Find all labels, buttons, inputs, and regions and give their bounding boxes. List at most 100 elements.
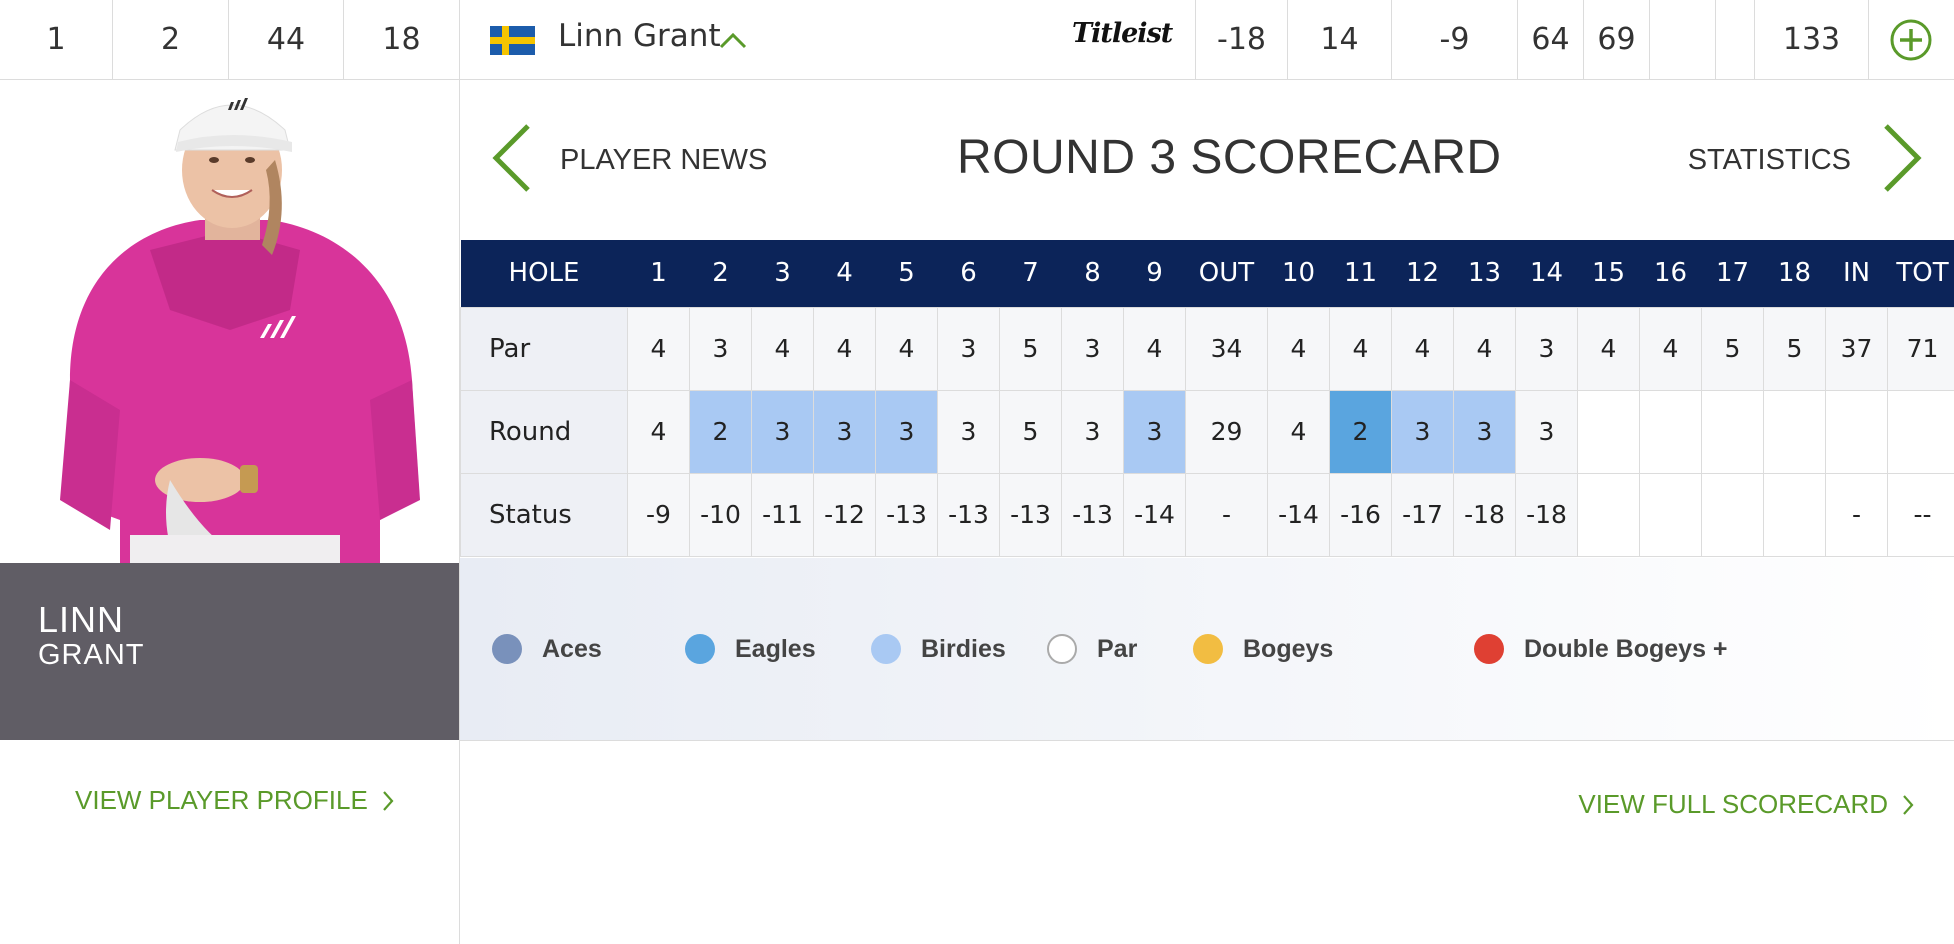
round4-cell: [1716, 0, 1755, 79]
chevron-left-icon[interactable]: [490, 122, 534, 194]
score-cell: 2: [1329, 389, 1392, 474]
column-header: 14: [1515, 240, 1578, 307]
view-full-scorecard-label[interactable]: VIEW FULL SCORECARD: [1578, 789, 1888, 820]
score-cell: 4: [627, 389, 690, 474]
column-header: TOT: [1887, 240, 1954, 307]
score-cell: 4: [1267, 389, 1330, 474]
legend-dot-icon: [685, 634, 715, 664]
legend-label: Par: [1097, 634, 1138, 663]
player-photo: [0, 80, 459, 563]
leaderboard-row[interactable]: 1 2 44 18 Linn Grant Titleist -18 14 -9 …: [0, 0, 1954, 80]
chevron-right-icon[interactable]: [1880, 122, 1924, 194]
legend-label: Aces: [542, 634, 602, 663]
scorecard-row-par: Par 4 3 4 4 4 3 5 3 4 34 4 4 4 4 3 4 4 5 5 37 71: [460, 306, 1954, 391]
score-cell: [1577, 389, 1640, 474]
sweden-flag-icon: [490, 26, 535, 55]
player-cell[interactable]: Linn Grant Titleist: [460, 0, 1196, 79]
legend-dot-icon: [1474, 634, 1504, 664]
score-cell: -12: [813, 472, 876, 557]
score-cell: 4: [1123, 306, 1186, 391]
score-cell: --: [1887, 472, 1954, 557]
column-header: 9: [1123, 240, 1186, 307]
player-portrait-image: [0, 80, 459, 563]
score-cell: -: [1825, 472, 1888, 557]
score-cell: [1701, 472, 1764, 557]
round1-cell: 64: [1518, 0, 1584, 79]
score-cell: [1887, 389, 1954, 474]
row-label: Par: [460, 306, 628, 391]
legend-label: Double Bogeys +: [1524, 634, 1728, 663]
row-label: Round: [460, 389, 628, 474]
view-player-profile-link[interactable]: VIEW PLAYER PROFILE: [75, 785, 394, 816]
score-cell: 3: [1123, 389, 1186, 474]
score-cell: 3: [1453, 389, 1516, 474]
score-cell: -: [1185, 472, 1268, 557]
score-cell: [1639, 389, 1702, 474]
legend-item: Birdies: [871, 634, 1006, 664]
score-cell: -18: [1453, 472, 1516, 557]
total-cell: 133: [1755, 0, 1869, 79]
score-legend: Aces Eagles Birdies Par Bogeys Double Bogeys …: [460, 558, 1954, 741]
score-cell: -17: [1391, 472, 1454, 557]
score-cell: 37: [1825, 306, 1888, 391]
score-cell: 3: [751, 389, 814, 474]
score-cell: 4: [1391, 306, 1454, 391]
column-header: 6: [937, 240, 1000, 307]
player-first-name: LINN: [38, 599, 125, 640]
score-cell: 4: [1639, 306, 1702, 391]
stat-cell-4: 18: [344, 0, 460, 79]
score-cell: -14: [1123, 472, 1186, 557]
round3-cell: [1650, 0, 1716, 79]
score-cell: 5: [1701, 306, 1764, 391]
player-name-box: LINN GRANT: [0, 563, 459, 740]
column-header: 16: [1639, 240, 1702, 307]
score-cell: 4: [875, 306, 938, 391]
column-header: 4: [813, 240, 876, 307]
position-cell: 1: [0, 0, 113, 79]
score-cell: 3: [937, 389, 1000, 474]
stat-cell-2: 2: [113, 0, 229, 79]
column-header: 8: [1061, 240, 1124, 307]
column-header: OUT: [1185, 240, 1268, 307]
column-header: 11: [1329, 240, 1392, 307]
legend-label: Birdies: [921, 634, 1006, 663]
stat-cell-3: 44: [229, 0, 344, 79]
view-full-scorecard-link[interactable]: VIEW FULL SCORECARD: [1578, 789, 1914, 820]
score-cell: [1577, 472, 1640, 557]
legend-item: Aces: [492, 634, 602, 664]
chevron-right-icon: [1903, 794, 1914, 815]
plus-circle-icon[interactable]: [1889, 18, 1933, 62]
column-header: 1: [627, 240, 690, 307]
column-header: 10: [1267, 240, 1330, 307]
column-header: 7: [999, 240, 1062, 307]
view-player-profile-label[interactable]: VIEW PLAYER PROFILE: [75, 785, 368, 816]
sponsor-logo: Titleist: [1072, 18, 1173, 49]
scorecard-row-status: Status -9 -10 -11 -12 -13 -13 -13 -13 -14- -14 -16-…: [460, 472, 1954, 557]
chevron-up-icon[interactable]: [718, 30, 748, 50]
player-name[interactable]: Linn Grant: [558, 18, 721, 54]
legend-dot-icon: [492, 634, 522, 664]
legend-item: Bogeys: [1193, 634, 1333, 664]
legend-dot-icon: [1047, 634, 1077, 664]
player-news-link[interactable]: PLAYER NEWS: [560, 144, 767, 177]
score-cell: 71: [1887, 306, 1954, 391]
score-cell: [1763, 472, 1826, 557]
legend-dot-icon: [871, 634, 901, 664]
score-cell: 3: [1061, 306, 1124, 391]
score-cell: 5: [999, 306, 1062, 391]
statistics-link[interactable]: STATISTICS: [1688, 144, 1851, 177]
score-cell: 3: [1061, 389, 1124, 474]
score-cell: 4: [1577, 306, 1640, 391]
scorecard-header-row: HOLE 1 2 3 4 5 6 7 8 9 OUT 10 11 12 13 14 15 16 17 18 IN TOT: [460, 240, 1954, 307]
score-cell: 29: [1185, 389, 1268, 474]
score-cell: 4: [813, 306, 876, 391]
legend-item: Eagles: [685, 634, 816, 664]
score-cell: 4: [627, 306, 690, 391]
score-cell: 3: [689, 306, 752, 391]
score-cell: [1639, 472, 1702, 557]
column-header: 17: [1701, 240, 1764, 307]
score-cell: -11: [751, 472, 814, 557]
page-title: ROUND 3 SCORECARD: [957, 131, 1502, 184]
score-cell: [1825, 389, 1888, 474]
legend-item: Double Bogeys +: [1474, 634, 1728, 664]
